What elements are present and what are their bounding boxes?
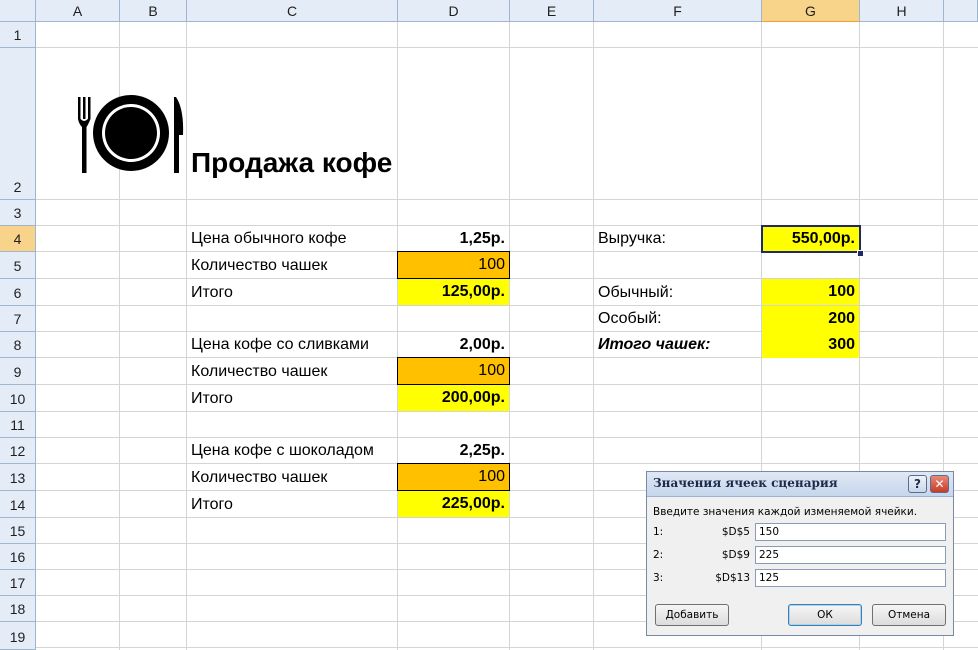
ok-button[interactable]: ОК (788, 604, 862, 626)
cell-ref-2: $D$9 (721, 549, 750, 561)
row-index-2: 2: (653, 549, 664, 561)
select-all-corner[interactable] (0, 0, 36, 22)
total-chocolate[interactable]: 225,00р. (398, 491, 509, 517)
close-button[interactable]: ✕ (930, 475, 949, 493)
column-header-d[interactable]: D (398, 0, 510, 22)
scenario-values-dialog: Значения ячеек сценария ? ✕ Введите знач… (646, 471, 954, 636)
add-button[interactable]: Добавить (655, 604, 729, 626)
row-index-1: 1: (653, 526, 664, 538)
row-header-12[interactable]: 12 (0, 438, 36, 464)
row-header-5[interactable]: 5 (0, 252, 36, 279)
regular-value[interactable]: 100 (762, 279, 859, 305)
row-header-3[interactable]: 3 (0, 200, 36, 226)
price-cream[interactable]: 2,00р. (398, 332, 509, 358)
row-index-3: 3: (653, 572, 664, 584)
special-label[interactable]: Особый: (594, 306, 761, 332)
total-label-regular[interactable]: Итого (187, 279, 397, 306)
special-value[interactable]: 200 (762, 306, 859, 332)
row-header-1[interactable]: 1 (0, 22, 36, 48)
dialog-prompt: Введите значения каждой изменяемой ячейк… (653, 506, 918, 518)
column-header-a[interactable]: A (36, 0, 120, 22)
column-header-h[interactable]: H (860, 0, 944, 22)
column-header-e[interactable]: E (510, 0, 594, 22)
gridline (36, 199, 978, 200)
cell-ref-1: $D$5 (721, 526, 750, 538)
column-header-g[interactable]: G (762, 0, 860, 22)
total-cream[interactable]: 200,00р. (398, 385, 509, 411)
gridline (36, 647, 978, 648)
dialog-titlebar[interactable]: Значения ячеек сценария ? ✕ (647, 472, 953, 497)
value-input-3[interactable] (755, 569, 946, 587)
price-label-chocolate[interactable]: Цена кофе с шоколадом (187, 438, 397, 464)
qty-chocolate[interactable]: 100 (397, 463, 510, 491)
revenue-value[interactable]: 550,00р. (761, 225, 861, 253)
qty-regular[interactable]: 100 (397, 251, 510, 279)
qty-label-cream[interactable]: Количество чашек (187, 358, 397, 385)
gridline (509, 22, 510, 650)
fill-handle[interactable] (857, 250, 864, 257)
cancel-button[interactable]: Отмена (872, 604, 946, 626)
column-header-i[interactable] (944, 0, 978, 22)
gridline (36, 411, 978, 412)
revenue-label[interactable]: Выручка: (594, 226, 761, 252)
column-header-f[interactable]: F (594, 0, 762, 22)
row-header-17[interactable]: 17 (0, 570, 36, 596)
row-header-10[interactable]: 10 (0, 385, 36, 412)
cell-ref-3: $D$13 (715, 572, 750, 584)
value-input-1[interactable] (755, 523, 946, 541)
price-label-cream[interactable]: Цена кофе со сливками (187, 332, 397, 358)
row-header-2[interactable]: 2 (0, 48, 36, 200)
row-header-16[interactable]: 16 (0, 544, 36, 570)
total-label-cream[interactable]: Итого (187, 385, 397, 412)
row-header-11[interactable]: 11 (0, 412, 36, 438)
price-chocolate[interactable]: 2,25р. (398, 438, 509, 464)
total-cups-label[interactable]: Итого чашек: (594, 332, 761, 358)
qty-label-regular[interactable]: Количество чашек (187, 252, 397, 279)
row-header-8[interactable]: 8 (0, 332, 36, 358)
row-header-9[interactable]: 9 (0, 358, 36, 385)
qty-label-chocolate[interactable]: Количество чашек (187, 464, 397, 491)
help-button[interactable]: ? (908, 475, 927, 493)
dialog-title: Значения ячеек сценария (653, 476, 838, 490)
row-header-15[interactable]: 15 (0, 518, 36, 544)
value-input-2[interactable] (755, 546, 946, 564)
total-cups-value[interactable]: 300 (762, 332, 859, 358)
regular-label[interactable]: Обычный: (594, 279, 761, 306)
row-header-13[interactable]: 13 (0, 464, 36, 491)
total-label-chocolate[interactable]: Итого (187, 491, 397, 518)
row-header-19[interactable]: 19 (0, 622, 36, 650)
column-header-b[interactable]: B (120, 0, 187, 22)
qty-cream[interactable]: 100 (397, 357, 510, 385)
help-icon: ? (914, 477, 921, 491)
page-title[interactable]: Продажа кофе (187, 140, 396, 186)
total-regular[interactable]: 125,00р. (398, 279, 509, 305)
row-header-6[interactable]: 6 (0, 279, 36, 306)
cutlery-plate-icon (78, 95, 184, 173)
row-header-4[interactable]: 4 (0, 226, 36, 252)
row-header-7[interactable]: 7 (0, 306, 36, 332)
close-icon: ✕ (934, 477, 945, 491)
price-label-regular[interactable]: Цена обычного кофе (187, 226, 397, 252)
row-header-14[interactable]: 14 (0, 491, 36, 518)
price-regular[interactable]: 1,25р. (398, 226, 509, 252)
column-header-c[interactable]: C (187, 0, 398, 22)
gridline (36, 47, 978, 48)
row-header-18[interactable]: 18 (0, 596, 36, 622)
